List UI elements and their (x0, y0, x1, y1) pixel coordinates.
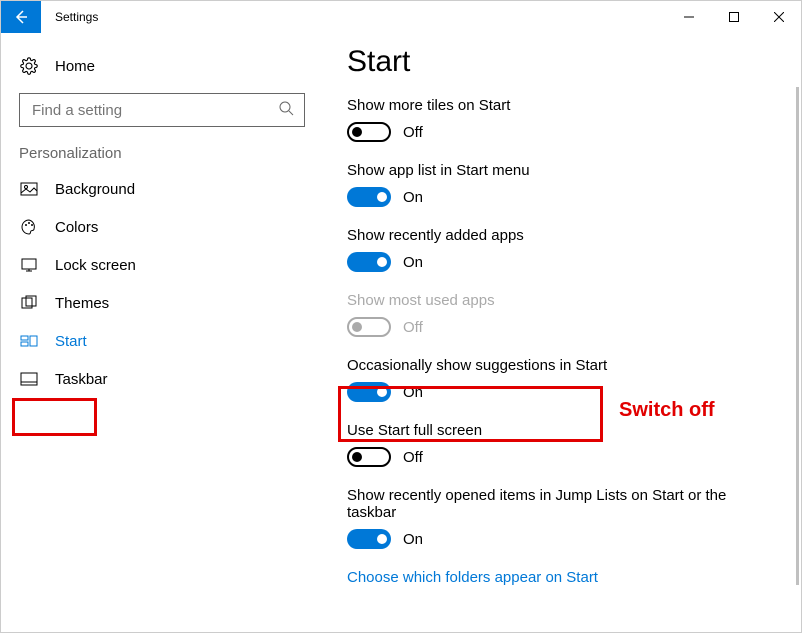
toggle-jump-lists[interactable] (347, 529, 391, 549)
toggle-state-text: On (403, 531, 423, 548)
sidebar-item-taskbar[interactable]: Taskbar (1, 360, 321, 398)
window-title: Settings (41, 1, 666, 33)
setting-label: Show recently opened items in Jump Lists… (347, 487, 737, 521)
setting-label: Occasionally show suggestions in Start (347, 357, 737, 374)
page-title: Start (347, 45, 801, 79)
setting-label: Use Start full screen (347, 422, 737, 439)
toggle-most-used (347, 317, 391, 337)
sidebar-item-label: Themes (55, 295, 109, 312)
toggle-state-text: On (403, 384, 423, 401)
setting-jump-lists: Show recently opened items in Jump Lists… (347, 487, 801, 549)
sidebar-item-label: Background (55, 181, 135, 198)
back-arrow-icon (13, 9, 29, 25)
sidebar-item-label: Start (55, 333, 87, 350)
choose-folders-link[interactable]: Choose which folders appear on Start (347, 569, 801, 586)
palette-icon (19, 218, 39, 236)
start-icon (19, 332, 39, 350)
section-label: Personalization (1, 145, 321, 170)
content-area: Start Show more tiles on Start Off Show … (321, 33, 801, 632)
sidebar-item-background[interactable]: Background (1, 170, 321, 208)
toggle-state-text: On (403, 189, 423, 206)
lock-screen-icon (19, 256, 39, 274)
setting-recently-added: Show recently added apps On (347, 227, 801, 272)
setting-label: Show more tiles on Start (347, 97, 737, 114)
setting-full-screen: Use Start full screen Off (347, 422, 801, 467)
window-controls (666, 1, 801, 33)
search-input[interactable] (30, 101, 278, 120)
close-icon (774, 12, 784, 22)
back-button[interactable] (1, 1, 41, 33)
taskbar-icon (19, 370, 39, 388)
toggle-more-tiles[interactable] (347, 122, 391, 142)
maximize-button[interactable] (711, 1, 756, 33)
sidebar-item-start[interactable]: Start (1, 322, 321, 360)
toggle-state-text: Off (403, 319, 423, 336)
scrollbar[interactable] (796, 87, 799, 585)
toggle-state-text: Off (403, 449, 423, 466)
sidebar-item-themes[interactable]: Themes (1, 284, 321, 322)
titlebar: Settings (1, 1, 801, 33)
toggle-state-text: Off (403, 124, 423, 141)
home-label: Home (55, 58, 95, 75)
setting-app-list: Show app list in Start menu On (347, 162, 801, 207)
themes-icon (19, 294, 39, 312)
picture-icon (19, 180, 39, 198)
setting-label: Show app list in Start menu (347, 162, 737, 179)
setting-more-tiles: Show more tiles on Start Off (347, 97, 801, 142)
sidebar: Home Personalization Background Colors (1, 33, 321, 632)
setting-suggestions: Occasionally show suggestions in Start O… (347, 357, 801, 402)
maximize-icon (729, 12, 739, 22)
sidebar-item-lock-screen[interactable]: Lock screen (1, 246, 321, 284)
toggle-state-text: On (403, 254, 423, 271)
minimize-button[interactable] (666, 1, 711, 33)
setting-label: Show most used apps (347, 292, 737, 309)
toggle-full-screen[interactable] (347, 447, 391, 467)
sidebar-item-colors[interactable]: Colors (1, 208, 321, 246)
setting-label: Show recently added apps (347, 227, 737, 244)
sidebar-item-label: Lock screen (55, 257, 136, 274)
setting-most-used: Show most used apps Off (347, 292, 801, 337)
gear-icon (19, 57, 39, 75)
search-icon (278, 100, 294, 120)
toggle-suggestions[interactable] (347, 382, 391, 402)
minimize-icon (684, 12, 694, 22)
search-box[interactable] (19, 93, 305, 127)
home-nav[interactable]: Home (1, 53, 321, 89)
sidebar-item-label: Taskbar (55, 371, 108, 388)
toggle-app-list[interactable] (347, 187, 391, 207)
sidebar-item-label: Colors (55, 219, 98, 236)
close-button[interactable] (756, 1, 801, 33)
toggle-recently-added[interactable] (347, 252, 391, 272)
